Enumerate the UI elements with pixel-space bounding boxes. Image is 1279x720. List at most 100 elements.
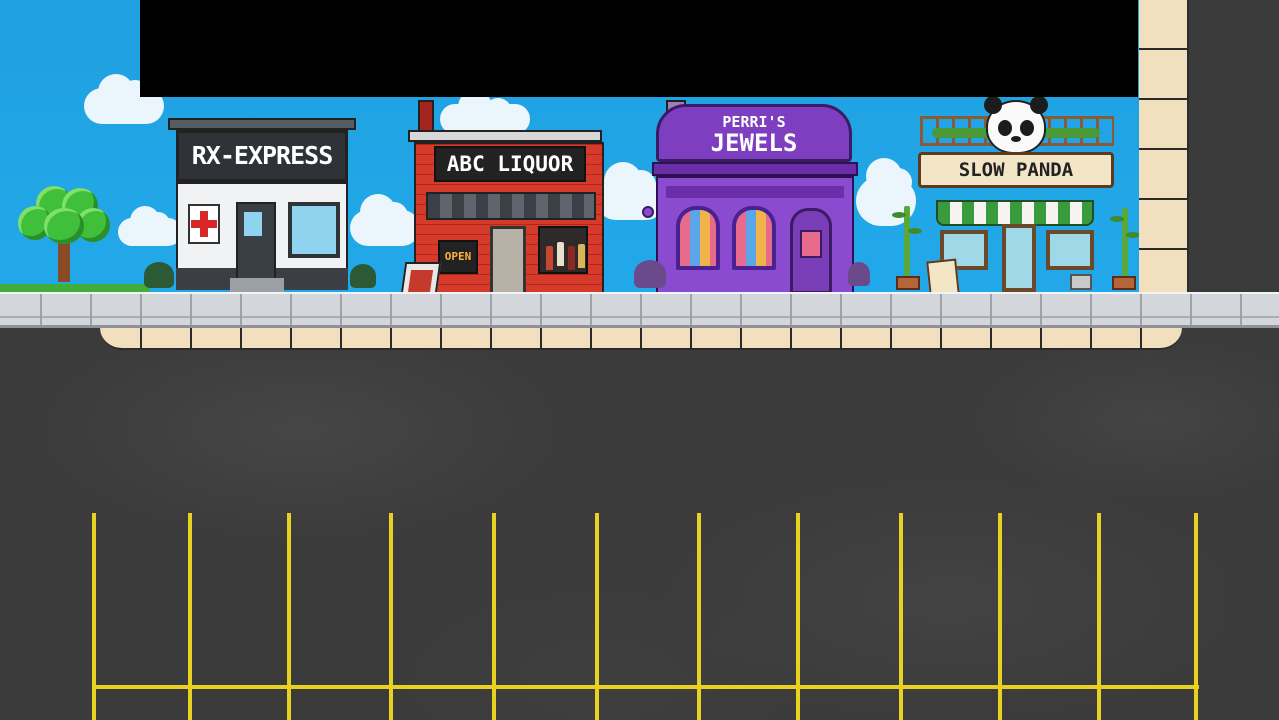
panda-eye	[1020, 120, 1034, 136]
sidewalk-seam	[440, 294, 442, 325]
game-scene: RX-EXPRESS ABC LIQUOR OPEN PERRI'S JEWEL…	[0, 0, 1279, 720]
store-sign-text: RX-EXPRESS	[191, 141, 334, 170]
sidewalk-seam	[690, 294, 692, 325]
store-window	[732, 206, 776, 270]
flower-bush	[634, 260, 666, 288]
sidewalk-seam	[590, 294, 592, 325]
curb-seam	[1040, 328, 1042, 348]
curb-seam	[240, 328, 242, 348]
curb-seam	[1140, 328, 1142, 348]
hanging-lamp-icon	[642, 206, 654, 218]
bamboo-leaf	[892, 212, 906, 218]
door-window	[244, 212, 262, 236]
sidewalk-seam	[340, 294, 342, 325]
store-awning	[936, 200, 1094, 226]
sidewalk-seam	[640, 294, 642, 325]
store-sign: PERRI'S JEWELS	[656, 104, 852, 162]
panda-ear	[984, 96, 1002, 114]
bush	[144, 262, 174, 288]
store-sign-text: ABC LIQUOR	[446, 152, 574, 176]
sidewalk-seam	[1140, 294, 1142, 325]
store-sign: SLOW PANDA	[918, 152, 1114, 188]
store-roof	[408, 130, 602, 142]
curb-seam	[940, 328, 942, 348]
sidewalk[interactable]	[0, 292, 1279, 328]
sidewalk-seam	[540, 294, 542, 325]
sidewalk-seam	[40, 294, 42, 325]
panda-nose	[1011, 136, 1021, 142]
bamboo-leaf	[1110, 216, 1124, 222]
sidewalk-seam	[90, 294, 92, 325]
sidewalk-seam	[890, 294, 892, 325]
open-sign-text: OPEN	[444, 250, 472, 263]
store-step	[230, 278, 284, 292]
store-awning	[426, 192, 596, 220]
pixel-tree	[14, 182, 114, 286]
tile-edge	[1187, 0, 1189, 300]
bamboo-leaf	[908, 228, 922, 234]
store-door[interactable]	[1002, 224, 1036, 292]
store-rx-express[interactable]: RX-EXPRESS	[168, 118, 356, 294]
plant-pot	[896, 276, 920, 290]
store-sign-text: SLOW PANDA	[958, 159, 1074, 181]
open-sign: OPEN	[438, 240, 478, 274]
curb-seam	[290, 328, 292, 348]
bush	[350, 264, 376, 288]
sidewalk-seam	[1040, 294, 1042, 325]
parking-line-horizontal	[92, 685, 1199, 689]
sidewalk-seam	[390, 294, 392, 325]
curb-seam	[140, 328, 142, 348]
sidewalk-seam	[1240, 294, 1242, 325]
curb-seam	[440, 328, 442, 348]
sidewalk-seam	[990, 294, 992, 325]
store-roof	[168, 118, 356, 130]
bottle-icon	[578, 244, 585, 268]
curb-seam	[640, 328, 642, 348]
bottle-icon	[557, 242, 564, 266]
store-band	[652, 162, 858, 176]
curb-seam	[490, 328, 492, 348]
panda-ear	[1030, 96, 1048, 114]
tile-seam	[1139, 98, 1189, 100]
bottle-shelf	[538, 226, 588, 274]
sidewalk-seam	[490, 294, 492, 325]
curb-seam	[890, 328, 892, 348]
curb-seam	[790, 328, 792, 348]
building-edge-tiles	[1139, 0, 1189, 300]
bottle-icon	[546, 246, 553, 270]
sidewalk-seam	[290, 294, 292, 325]
sidewalk-seam	[840, 294, 842, 325]
curb-seam	[740, 328, 742, 348]
curb-seam	[590, 328, 592, 348]
pharmacy-cross-icon	[191, 220, 217, 228]
curb-seam	[390, 328, 392, 348]
store-perris-jewels[interactable]: PERRI'S JEWELS	[652, 98, 858, 296]
curb-seam	[840, 328, 842, 348]
bamboo-leaf	[1126, 232, 1140, 238]
flower-bush	[848, 262, 870, 286]
store-window	[1046, 230, 1094, 270]
curb-seam	[690, 328, 692, 348]
sidewalk-seam	[790, 294, 792, 325]
bottle-icon	[568, 246, 575, 270]
tile-seam	[1139, 48, 1189, 50]
sidewalk-seam	[1190, 294, 1192, 325]
store-sign-line2: JEWELS	[710, 129, 798, 157]
store-sign: RX-EXPRESS	[176, 130, 348, 182]
store-sign: ABC LIQUOR	[434, 146, 586, 182]
store-door[interactable]	[490, 226, 526, 296]
tile-seam	[1139, 198, 1189, 200]
curb-seam	[1090, 328, 1092, 348]
sidewalk-seam	[190, 294, 192, 325]
store-window	[676, 206, 720, 270]
store-window	[288, 202, 340, 258]
tile-seam	[1139, 248, 1189, 250]
curb-seam	[990, 328, 992, 348]
sidewalk-seam	[240, 294, 242, 325]
sidewalk-seam	[1090, 294, 1092, 325]
tree-leaf	[44, 208, 84, 244]
curb-seam	[190, 328, 192, 348]
sidewalk-seam	[140, 294, 142, 325]
top-overlay-bar	[140, 0, 1138, 97]
door-window	[800, 230, 822, 258]
